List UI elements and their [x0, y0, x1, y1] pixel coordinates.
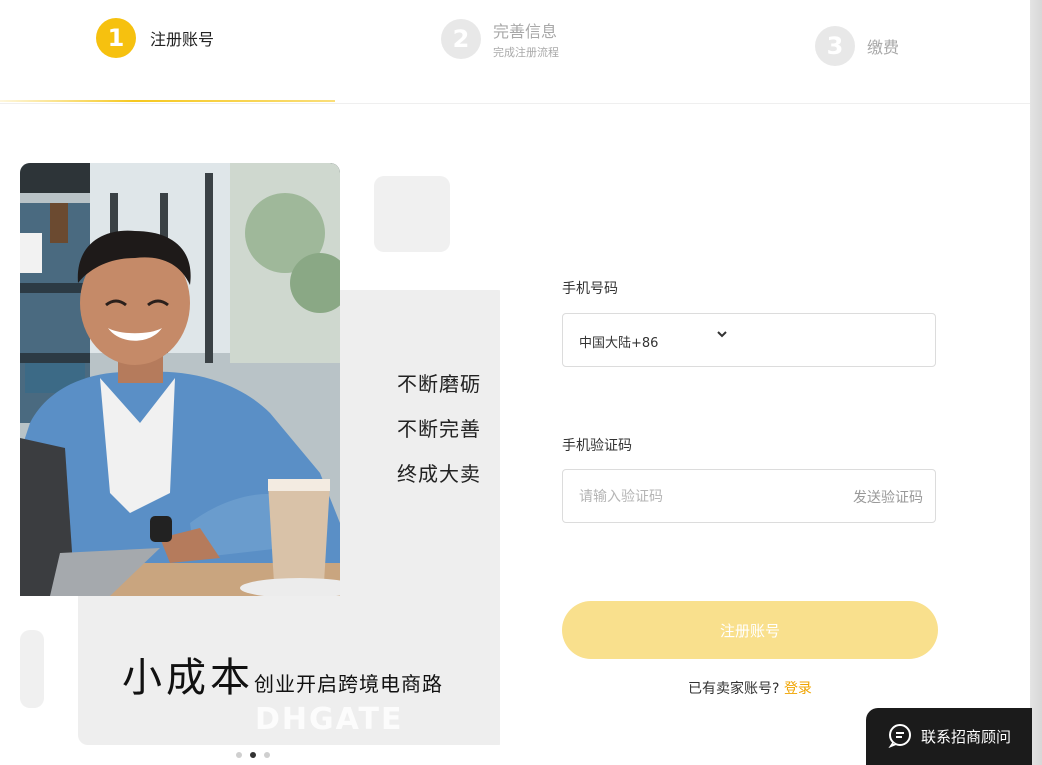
- carousel-dot-1[interactable]: [236, 752, 242, 758]
- code-label: 手机验证码: [562, 438, 632, 454]
- step-progress-bar: [0, 100, 335, 102]
- slogan-line-3: 终成大卖: [397, 462, 481, 486]
- step-1: 1 注册账号: [96, 18, 214, 58]
- step-2-subtitle: 完成注册流程: [493, 46, 559, 59]
- step-3-title: 缴费: [867, 38, 900, 57]
- contact-advisor-label: 联系招商顾问: [920, 728, 1011, 746]
- step-3: 3 缴费: [815, 26, 899, 66]
- promo-photo: [20, 163, 340, 596]
- registration-form: 手机号码 中国大陆+86 手机验证码 发送验证码 注册账号 已有卖家账号? 登录: [500, 230, 1030, 765]
- contact-advisor-button[interactable]: 联系招商顾问: [866, 708, 1032, 765]
- country-code-value: 中国大陆+86: [579, 336, 659, 351]
- carousel-dot-2[interactable]: [250, 752, 256, 758]
- step-2-number: 2: [441, 19, 481, 59]
- dhgate-watermark: DHGATE: [255, 702, 404, 737]
- chat-bubble-icon: [887, 722, 913, 752]
- phone-label: 手机号码: [562, 281, 618, 297]
- window-edge: [1030, 0, 1042, 765]
- step-2: 2 完善信息 完成注册流程: [441, 18, 559, 60]
- slogan-line-1: 不断磨砺: [397, 372, 481, 396]
- tagline-small: 创业开启跨境电商路: [254, 672, 443, 696]
- has-account-text: 已有卖家账号?: [688, 681, 780, 697]
- login-link[interactable]: 登录: [784, 681, 812, 697]
- decor-square: [20, 630, 44, 708]
- promo-tagline: 小成本 创业开启跨境电商路: [122, 645, 443, 703]
- registration-stepper: 1 注册账号 2 完善信息 完成注册流程 3 缴费: [0, 0, 1030, 104]
- slogan-line-2: 不断完善: [397, 417, 481, 441]
- decor-square: [374, 176, 450, 252]
- chevron-down-icon: [715, 326, 729, 345]
- login-prompt: 已有卖家账号? 登录: [562, 678, 938, 698]
- carousel-indicators: [236, 752, 270, 758]
- step-2-title: 完善信息: [493, 22, 558, 41]
- tagline-big: 小成本: [122, 655, 254, 701]
- register-button[interactable]: 注册账号: [562, 601, 938, 659]
- country-code-select[interactable]: 中国大陆+86: [562, 313, 936, 367]
- step-3-number: 3: [815, 26, 855, 66]
- step-1-title: 注册账号: [150, 30, 215, 49]
- carousel-dot-3[interactable]: [264, 752, 270, 758]
- step-1-number: 1: [96, 18, 136, 58]
- verification-code-input[interactable]: [577, 484, 831, 510]
- smiling-man-image: [20, 163, 340, 596]
- send-code-button[interactable]: 发送验证码: [853, 487, 923, 507]
- verification-code-field: 发送验证码: [562, 469, 936, 523]
